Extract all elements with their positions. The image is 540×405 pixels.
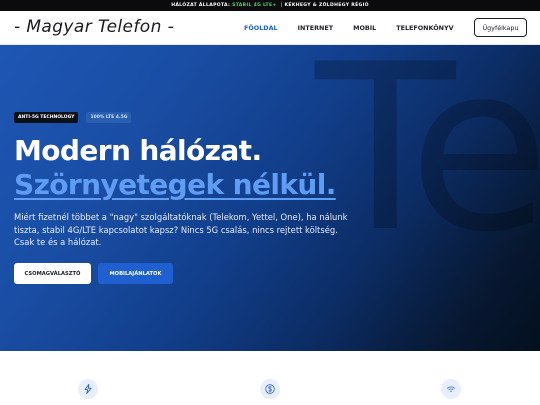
hero-badges: ANTI-5G TECHNOLOGY 100% LTE 4.5G bbox=[14, 112, 139, 123]
hero-section: Te ANTI-5G TECHNOLOGY 100% LTE 4.5G Mode… bbox=[0, 45, 540, 351]
hero-headline-accent: Szörnyetegek nélkül. bbox=[14, 168, 336, 201]
status-separator: | bbox=[280, 3, 283, 8]
wifi-icon bbox=[441, 379, 461, 399]
hero-description: Miért fizetnél többet a "nagy" szolgálta… bbox=[14, 212, 348, 247]
hero-headline: Modern hálózat. bbox=[14, 134, 262, 167]
badge-anti-5g: ANTI-5G TECHNOLOGY bbox=[14, 112, 79, 123]
nav-link-home[interactable]: FŐOLDAL bbox=[244, 24, 278, 32]
main-navbar: - Magyar Telefon - FŐOLDAL INTERNET MOBI… bbox=[0, 11, 540, 45]
mobile-offers-button[interactable]: MOBILAJÁNLATOK bbox=[98, 263, 173, 284]
lightning-icon bbox=[78, 379, 98, 399]
nav-link-mobile[interactable]: MOBIL bbox=[353, 24, 376, 32]
main-nav: FŐOLDAL INTERNET MOBIL TELEFONKÖNYV bbox=[244, 11, 474, 45]
features-section bbox=[0, 351, 540, 405]
site-logo[interactable]: - Magyar Telefon - bbox=[14, 17, 174, 37]
status-label: HÁLÓZAT ÁLLAPOTA: bbox=[171, 3, 231, 8]
network-status-bar: HÁLÓZAT ÁLLAPOTA: STABIL 4G LTE+ | KÉKHE… bbox=[0, 0, 540, 11]
package-selector-button[interactable]: CSOMAGVÁLASZTÓ bbox=[14, 263, 91, 284]
status-region: KÉKHEGY & ZÖLDHEGY RÉGIÓ bbox=[284, 3, 369, 8]
status-value: STABIL 4G LTE+ bbox=[232, 3, 277, 8]
nav-link-phonebook[interactable]: TELEFONKÖNYV bbox=[396, 24, 453, 32]
dollar-icon bbox=[260, 379, 280, 399]
badge-lte: 100% LTE 4.5G bbox=[86, 112, 132, 123]
customer-portal-button[interactable]: Ügyfélkapu bbox=[474, 18, 527, 37]
nav-link-internet[interactable]: INTERNET bbox=[298, 24, 333, 32]
